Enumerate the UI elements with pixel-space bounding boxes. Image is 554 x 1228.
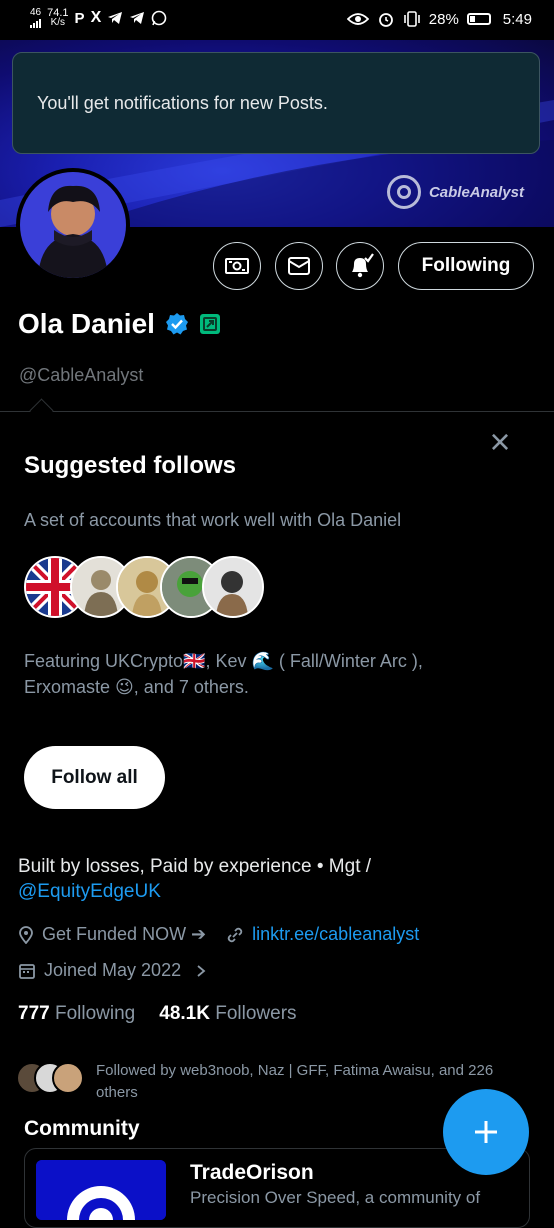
whatsapp-icon bbox=[151, 10, 167, 26]
status-left: 46 74.1 K/s P X bbox=[30, 8, 167, 28]
suggested-follows-description: A set of accounts that work well with Ol… bbox=[24, 510, 402, 530]
avatar-illustration bbox=[20, 172, 126, 278]
featuring-line-2: Erxomaste 😉, and 7 others. bbox=[24, 677, 249, 697]
x-icon: X bbox=[90, 9, 102, 26]
calendar-icon bbox=[19, 963, 35, 979]
link-icon bbox=[227, 927, 243, 942]
vibrate-icon bbox=[403, 11, 420, 27]
featuring-line-1: Featuring UKCrypto🇬🇧, Kev 🌊 ( Fall/Winte… bbox=[24, 651, 423, 671]
bio-text: Built by losses, Paid by experience • Mg… bbox=[18, 856, 372, 877]
telegram-icon bbox=[108, 12, 123, 24]
banner-brand-text: CableAnalyst bbox=[428, 183, 524, 201]
notifications-button[interactable] bbox=[336, 242, 384, 290]
profile-name: Ola Daniel bbox=[18, 308, 155, 339]
follow-all-button[interactable]: Follow all bbox=[24, 746, 165, 809]
profile-bio: Built by losses, Paid by experience • Mg… bbox=[18, 854, 538, 904]
followers-count: 48.1K bbox=[159, 1003, 210, 1024]
location-icon bbox=[19, 925, 33, 944]
net-speed: 74.1 K/s bbox=[47, 8, 68, 28]
toast-message: You'll get notifications for new Posts. bbox=[37, 92, 328, 113]
profile-joined-row[interactable]: Joined May 2022 bbox=[18, 960, 207, 981]
verified-badge-icon[interactable] bbox=[165, 312, 189, 336]
profile-location: Get Funded NOW ➔ bbox=[42, 924, 207, 944]
profile-joined: Joined May 2022 bbox=[44, 960, 182, 980]
suggested-featuring: Featuring UKCrypto🇬🇧, Kev 🌊 ( Fall/Winte… bbox=[24, 648, 534, 700]
following-button-label: Following bbox=[421, 255, 511, 276]
community-section-title: Community bbox=[24, 1117, 140, 1140]
community-name: TradeOrison bbox=[190, 1161, 314, 1184]
followed-by-avatar bbox=[52, 1062, 84, 1094]
pinterest-icon: P bbox=[74, 9, 85, 27]
followers-count-link[interactable]: 48.1K Followers bbox=[159, 1003, 296, 1025]
chevron-right-icon bbox=[197, 964, 206, 977]
status-right: 28% 5:49 bbox=[346, 10, 532, 28]
community-description: Precision Over Speed, a community of bbox=[190, 1188, 481, 1207]
alarm-icon bbox=[378, 13, 393, 27]
profile-handle: @CableAnalyst bbox=[19, 365, 144, 385]
battery-icon bbox=[466, 13, 491, 25]
network-type: 46 bbox=[30, 7, 42, 18]
profile-name-row: Ola Daniel bbox=[18, 308, 221, 340]
tip-button[interactable] bbox=[213, 242, 261, 290]
net-speed-unit: K/s bbox=[50, 17, 66, 28]
following-count-label: Following bbox=[54, 1003, 136, 1024]
following-count-link[interactable]: 777 Following bbox=[18, 1003, 135, 1025]
telegram-icon bbox=[130, 12, 145, 24]
popover-pointer bbox=[29, 398, 54, 423]
profile-meta-row: Get Funded NOW ➔ linktr.ee/cableanalyst bbox=[18, 924, 419, 945]
status-bar: 46 74.1 K/s P X 28% 5:49 bbox=[0, 0, 554, 40]
followed-by-avatars bbox=[16, 1060, 86, 1096]
following-button[interactable]: Following bbox=[398, 242, 534, 290]
signal-icon bbox=[30, 18, 41, 28]
banner-brand: CableAnalyst bbox=[386, 175, 524, 209]
follow-all-label: Follow all bbox=[51, 766, 138, 788]
profile-counts: 777 Following 48.1K Followers bbox=[18, 1003, 297, 1025]
notification-toast: You'll get notifications for new Posts. bbox=[12, 52, 540, 154]
network-indicator: 46 bbox=[30, 8, 41, 28]
plus-icon bbox=[475, 1121, 497, 1143]
close-icon[interactable]: × bbox=[484, 424, 516, 460]
clock: 5:49 bbox=[502, 10, 532, 28]
brand-logo-icon bbox=[386, 175, 421, 209]
message-button[interactable] bbox=[275, 242, 323, 290]
divider bbox=[0, 411, 554, 412]
suggested-avatar-5 bbox=[202, 556, 264, 618]
bio-mention-link[interactable]: @EquityEdgeUK bbox=[18, 879, 538, 904]
money-icon bbox=[225, 258, 249, 274]
profile-website-link[interactable]: linktr.ee/cableanalyst bbox=[252, 924, 419, 945]
compose-post-button[interactable] bbox=[443, 1089, 529, 1175]
following-count: 777 bbox=[18, 1003, 50, 1024]
avatar[interactable] bbox=[16, 168, 130, 282]
suggested-avatars[interactable] bbox=[24, 556, 264, 620]
suggested-follows-title: Suggested follows bbox=[24, 452, 237, 479]
eye-icon bbox=[346, 13, 369, 25]
followers-count-label: Followers bbox=[215, 1003, 297, 1024]
affiliate-badge-icon[interactable] bbox=[199, 313, 221, 335]
bell-check-icon bbox=[352, 253, 374, 278]
battery-percent: 28% bbox=[428, 10, 459, 28]
envelope-icon bbox=[288, 257, 310, 275]
community-image bbox=[36, 1160, 166, 1220]
followed-by[interactable]: Followed by web3noob, Naz | GFF, Fatima … bbox=[16, 1060, 526, 1104]
